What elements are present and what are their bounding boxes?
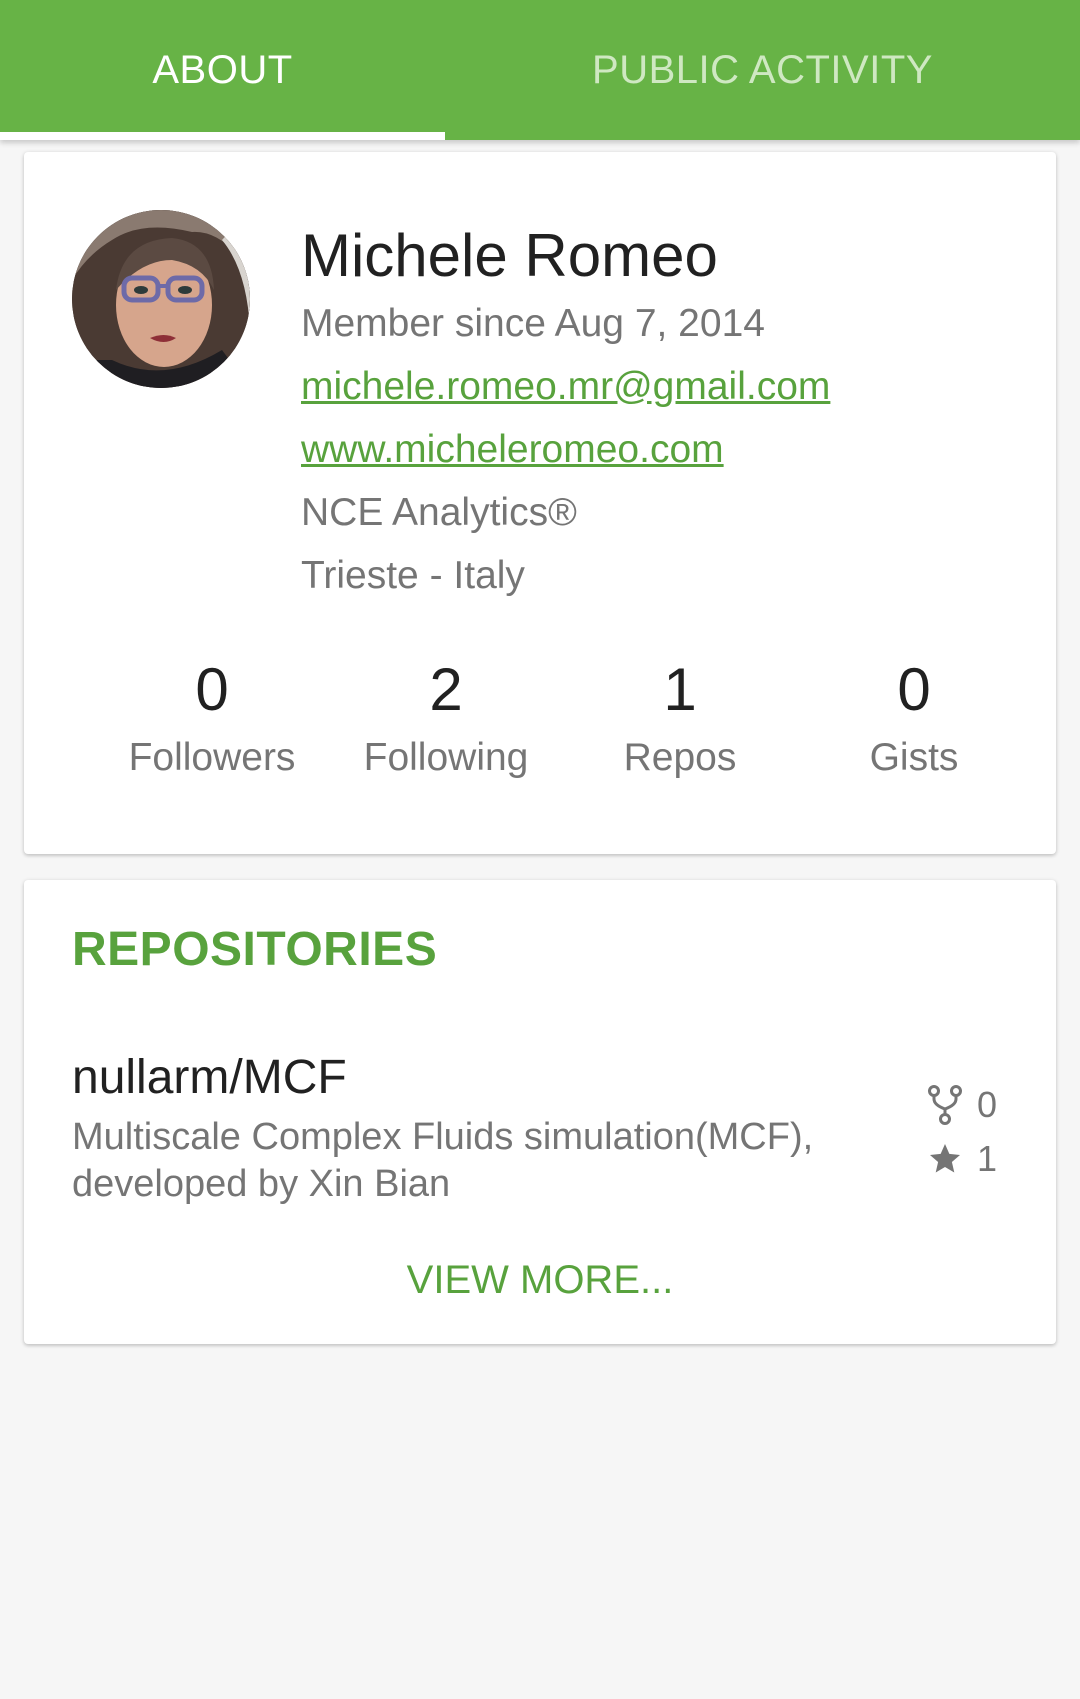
stat-following[interactable]: 2 Following	[331, 652, 561, 788]
repo-name: nullarm/MCF	[72, 1051, 347, 1104]
repositories-card: REPOSITORIES nullarm/MCF Multiscale Comp…	[24, 880, 1056, 1344]
location: Trieste - Italy	[301, 554, 525, 597]
repo-stars: 1	[927, 1132, 1017, 1186]
stat-label: Following	[363, 736, 529, 779]
repositories-title: REPOSITORIES	[72, 923, 438, 976]
avatar[interactable]	[72, 210, 250, 388]
user-info: Michele Romeo Member since Aug 7, 2014 m…	[301, 220, 830, 607]
stats-row: 0 Followers 2 Following 1 Repos 0 Gists	[24, 652, 1056, 812]
star-count: 1	[977, 1138, 998, 1179]
tab-bar: ABOUT PUBLIC ACTIVITY	[0, 0, 1080, 140]
view-more-button[interactable]: VIEW MORE...	[24, 1258, 1056, 1303]
stat-repos[interactable]: 1 Repos	[565, 652, 795, 788]
stat-value: 1	[663, 656, 697, 723]
repo-stats: 0 1	[927, 1078, 1017, 1186]
website-link[interactable]: www.micheleromeo.com	[301, 418, 830, 481]
stat-value: 2	[429, 656, 463, 723]
stat-followers[interactable]: 0 Followers	[97, 652, 327, 788]
member-since: Member since Aug 7, 2014	[301, 302, 765, 345]
fork-icon	[928, 1085, 962, 1125]
stat-value: 0	[195, 656, 229, 723]
tab-indicator	[0, 132, 445, 140]
company: NCE Analytics®	[301, 491, 577, 534]
profile-card: Michele Romeo Member since Aug 7, 2014 m…	[24, 152, 1056, 854]
fork-count: 0	[977, 1084, 998, 1125]
stat-label: Repos	[623, 736, 737, 779]
stat-value: 0	[897, 656, 931, 723]
user-name: Michele Romeo	[301, 222, 718, 289]
repo-forks: 0	[927, 1078, 1017, 1132]
stat-label: Followers	[128, 736, 296, 779]
email-link[interactable]: michele.romeo.mr@gmail.com	[301, 355, 830, 418]
repo-description: Multiscale Complex Fluids simulation(MCF…	[72, 1116, 814, 1205]
stat-gists[interactable]: 0 Gists	[799, 652, 1029, 788]
user-avatar-photo-icon	[72, 210, 250, 388]
list-item[interactable]: nullarm/MCF Multiscale Complex Fluids si…	[72, 1050, 1012, 1205]
star-icon	[930, 1144, 960, 1173]
stat-label: Gists	[869, 736, 959, 779]
tab-about[interactable]: ABOUT	[0, 0, 445, 140]
tab-public-activity[interactable]: PUBLIC ACTIVITY	[445, 0, 1080, 140]
